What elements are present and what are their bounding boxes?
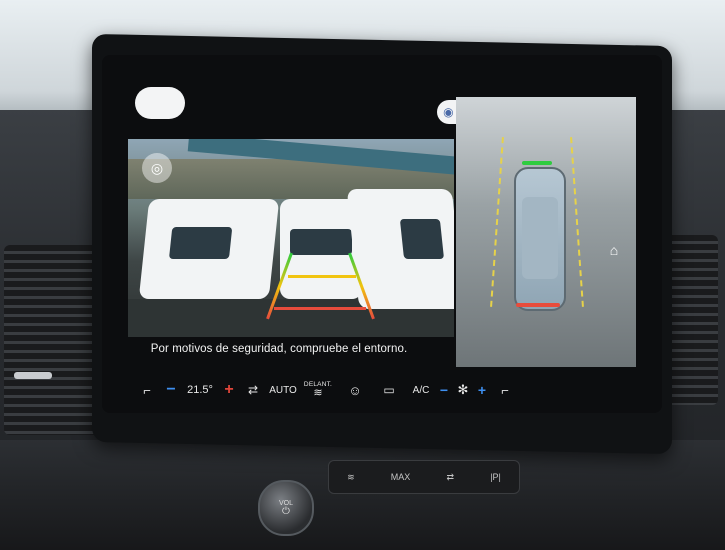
recirc-console-icon[interactable]: ⇄ [446,472,454,483]
volume-knob[interactable]: VOL ⏻ [258,480,314,536]
rear-distance-indicator [516,303,560,307]
safety-warning: Por motivos de seguridad, compruebe el e… [150,343,408,355]
top-down-view: ⌂ [456,97,636,367]
dashboard-lower [0,440,725,550]
rear-camera-view: ◎ [128,139,454,337]
front-distance-indicator [522,161,552,165]
own-vehicle-icon [514,167,566,311]
airflow-mode-icon[interactable]: ☺ [338,375,372,405]
top-left-pill-button[interactable] [135,87,185,119]
defrost-console-icon[interactable]: ≋ [347,472,355,483]
rear-defrost-icon[interactable]: ▭ [372,375,406,405]
power-icon: ⏻ [282,505,290,517]
camera-icon[interactable]: ◎ [142,153,172,183]
passenger-seat-heat-icon[interactable]: ⌐ [490,375,520,405]
fan-decrease-button[interactable]: − [436,375,452,405]
max-defrost-button[interactable]: MAX [391,472,411,482]
parking-guide-near [274,307,366,310]
top-view-guide-left [490,137,504,307]
infotainment-screen: ◉ ⋮ ◎ ⌂ Por motivos de seguridad, compru… [102,55,662,413]
left-vent-tab[interactable] [14,372,52,379]
top-view-guide-right [570,137,584,307]
recirculation-icon[interactable]: ⇄ [238,375,268,405]
ac-button[interactable]: A/C [406,375,436,405]
console-button-strip: ≋ MAX ⇄ |P| [328,460,520,494]
fan-icon: ✻ [457,382,469,397]
van-window [168,227,233,259]
defrost-icon: ≋ [313,387,323,399]
front-defrost-button[interactable]: DELANT. ≋ [298,375,338,405]
fan-increase-button[interactable]: + [474,375,490,405]
van-window [290,229,352,255]
van-window [399,219,445,259]
vehicle-roof [522,197,558,279]
temp-increase-button[interactable]: + [220,375,238,405]
left-air-vent [4,245,104,435]
driver-seat-heat-icon[interactable]: ⌐ [132,375,162,405]
parked-van-left [138,199,280,299]
parking-guide-mid [288,275,356,278]
temp-decrease-button[interactable]: − [162,375,180,405]
climate-bar: ⌐ − 21.5° + ⇄ AUTO DELANT. ≋ ☺ ▭ A/C − ✻… [132,373,652,407]
auto-button[interactable]: AUTO [268,375,298,405]
door-icon[interactable]: ⌂ [606,242,622,258]
parking-console-icon[interactable]: |P| [490,472,501,482]
temperature-display: 21.5° [187,384,213,396]
